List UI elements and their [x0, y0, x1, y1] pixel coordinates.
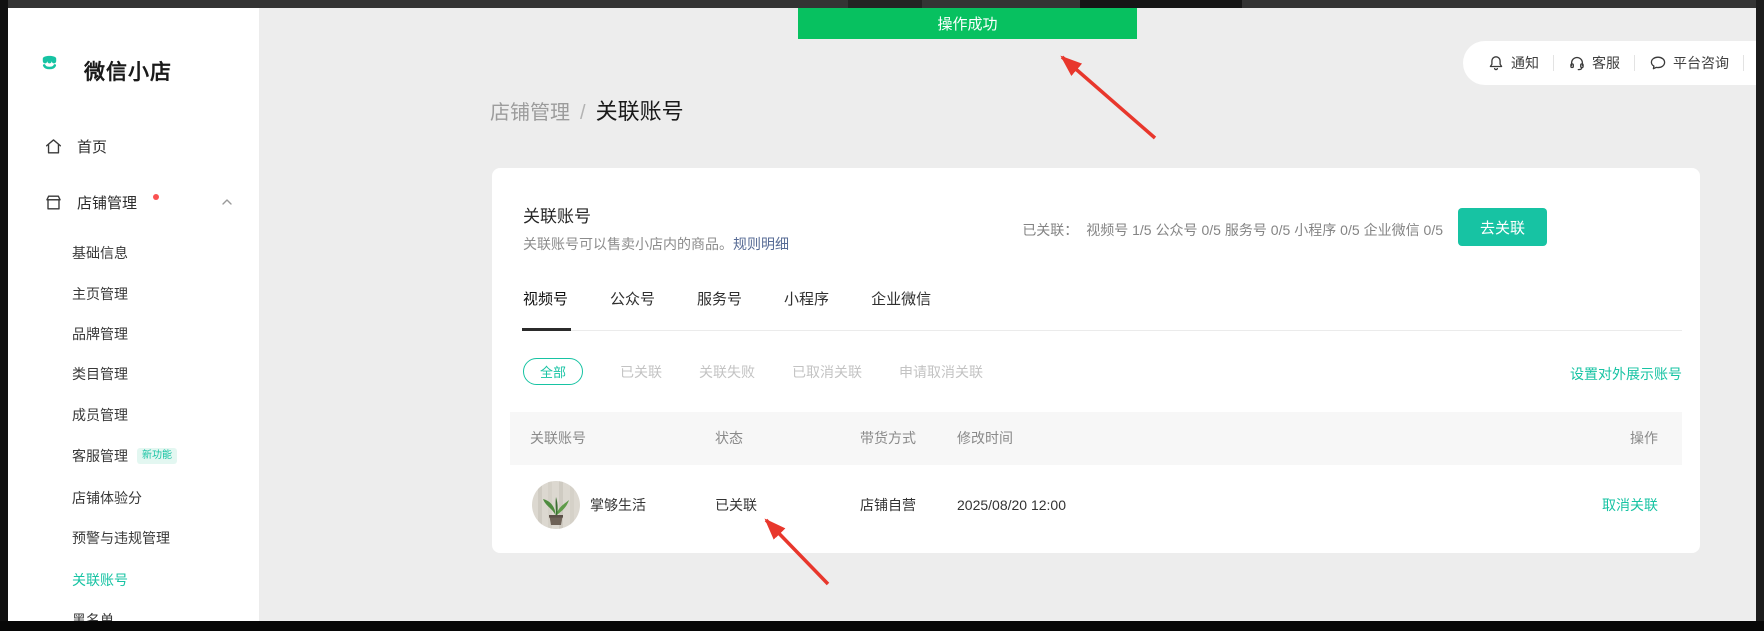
breadcrumb-current: 关联账号: [596, 94, 684, 126]
sidebar-subitem-homepage-management[interactable]: 主页管理: [72, 279, 128, 309]
sidebar-item-label: 首页: [77, 136, 107, 157]
sidebar-item-shop-management[interactable]: 店铺管理: [44, 185, 159, 219]
rules-detail-link[interactable]: 规则明细: [733, 236, 789, 252]
breadcrumb-parent[interactable]: 店铺管理: [490, 96, 570, 125]
chat-icon: [1649, 54, 1667, 72]
app-window: 微信小店 首页店铺管理基础信息主页管理品牌管理类目管理成员管理客服管理新功能店铺…: [0, 0, 1764, 631]
tab-video-account[interactable]: 视频号: [523, 288, 568, 309]
success-toast: 操作成功: [798, 8, 1137, 39]
linked-stats-label: 已关联：: [1022, 222, 1078, 238]
window-top-border-segment: [1080, 0, 1242, 8]
status-filters: 全部 已关联 关联失败 已取消关联 申请取消关联: [523, 358, 983, 385]
annotation-arrow-toast: [1062, 57, 1155, 138]
linked-stat-item: 视频号 1/5: [1086, 222, 1151, 238]
sidebar-item-label: 店铺管理: [77, 192, 137, 213]
tab-official-account[interactable]: 公众号: [610, 288, 655, 309]
sidebar-subitem-label: 客服管理: [72, 446, 128, 466]
sidebar-subitem-member-management[interactable]: 成员管理: [72, 400, 128, 430]
tab-enterprise-wechat[interactable]: 企业微信: [871, 288, 931, 309]
home-icon: [44, 137, 63, 156]
action-cell: 取消关联: [1602, 465, 1658, 545]
display-account-settings-link[interactable]: 设置对外展示账号: [1570, 364, 1682, 384]
linked-stats: 已关联： 视频号 1/5 公众号 0/5服务号 0/5小程序 0/5 企业微信 0/…: [1022, 220, 1443, 240]
go-link-button[interactable]: 去关联: [1458, 208, 1547, 246]
linked-stat-item: 小程序 0/5: [1294, 222, 1359, 238]
topbar-separator: [1634, 55, 1635, 71]
sell-mode-cell: 店铺自营: [860, 465, 916, 545]
brand-name: 微信小店: [84, 56, 172, 86]
table-header-cell: 状态: [715, 412, 743, 465]
sidebar-subitem-warning-violation-management[interactable]: 预警与违规管理: [72, 523, 170, 553]
table-row: 掌够生活 已关联 店铺自营 2025/08/20 12:00 取消关联: [510, 465, 1682, 545]
sidebar-subitem-shop-experience-score[interactable]: 店铺体验分: [72, 483, 142, 513]
wechat-store-logo-icon: [40, 54, 74, 88]
sidebar: 微信小店 首页店铺管理基础信息主页管理品牌管理类目管理成员管理客服管理新功能店铺…: [8, 8, 260, 621]
sidebar-subitem-label: 基础信息: [72, 243, 128, 263]
topbar-item-platform-consult[interactable]: 平台咨询: [1649, 53, 1729, 73]
sidebar-subitem-customer-service-management[interactable]: 客服管理新功能: [72, 441, 177, 471]
status-cell: 已关联: [715, 465, 757, 545]
sidebar-subitem-label: 成员管理: [72, 405, 128, 425]
breadcrumb: 店铺管理 / 关联账号: [490, 94, 684, 126]
sidebar-subitem-label: 关联账号: [72, 570, 128, 590]
brand-logo[interactable]: 微信小店: [40, 54, 172, 88]
table-header-cell: 修改时间: [957, 412, 1013, 465]
linked-stat-item: 公众号 0/5: [1156, 222, 1221, 238]
sidebar-subitem-linked-accounts[interactable]: 关联账号: [72, 565, 128, 595]
filter-linked[interactable]: 已关联: [620, 362, 662, 382]
table-header-cell: 操作: [1630, 412, 1658, 465]
topbar-actions: 通知 客服 平台咨询: [1463, 41, 1764, 85]
tabs-divider: [522, 330, 1682, 331]
headset-icon: [1568, 54, 1586, 72]
breadcrumb-separator: /: [580, 102, 586, 125]
bell-icon: [1487, 54, 1505, 72]
table-header-cell: 带货方式: [860, 412, 916, 465]
topbar-item-customer-service[interactable]: 客服: [1568, 53, 1620, 73]
filter-cancel-requested[interactable]: 申请取消关联: [899, 362, 983, 382]
active-tab-underline: [522, 328, 571, 331]
filter-all[interactable]: 全部: [523, 358, 583, 385]
new-feature-badge: 新功能: [137, 448, 177, 464]
tab-service-account[interactable]: 服务号: [697, 288, 742, 309]
panel-description-text: 关联账号可以售卖小店内的商品。: [523, 236, 733, 252]
topbar-separator: [1743, 55, 1744, 71]
window-top-border-segment: [848, 0, 922, 8]
panel-title: 关联账号: [523, 202, 591, 227]
topbar-separator: [1553, 55, 1554, 71]
red-notification-dot: [153, 194, 159, 200]
table-header-cell: 关联账号: [530, 412, 586, 465]
sidebar-subitem-category-management[interactable]: 类目管理: [72, 359, 128, 389]
chevron-up-icon[interactable]: [220, 195, 234, 209]
shop-icon: [44, 193, 63, 212]
account-name-cell: 掌够生活: [590, 465, 646, 545]
linked-stat-item: 服务号 0/5: [1225, 222, 1290, 238]
sidebar-subitem-brand-management[interactable]: 品牌管理: [72, 319, 128, 349]
filter-link-cancelled[interactable]: 已取消关联: [792, 362, 862, 382]
linked-stat-item: 企业微信 0/5: [1364, 222, 1443, 238]
toast-message: 操作成功: [937, 13, 997, 34]
modified-time-cell: 2025/08/20 12:00: [957, 465, 1066, 545]
sidebar-subitem-label: 类目管理: [72, 364, 128, 384]
window-left-border: [0, 0, 8, 631]
panel-description: 关联账号可以售卖小店内的商品。规则明细: [523, 234, 789, 254]
sidebar-subitem-basic-info[interactable]: 基础信息: [72, 238, 128, 268]
tab-mini-program[interactable]: 小程序: [784, 288, 829, 309]
topbar-item-label: 平台咨询: [1673, 53, 1729, 73]
topbar-item-notifications[interactable]: 通知: [1487, 53, 1539, 73]
window-bottom-border: [0, 621, 1764, 631]
window-right-border: [1756, 0, 1764, 631]
unlink-action-link[interactable]: 取消关联: [1602, 497, 1658, 513]
account-avatar: [532, 481, 580, 529]
topbar-item-label: 客服: [1592, 53, 1620, 73]
sidebar-subitem-label: 店铺体验分: [72, 488, 142, 508]
account-type-tabs: 视频号 公众号 服务号 小程序 企业微信: [523, 288, 931, 309]
sidebar-subitem-label: 预警与违规管理: [72, 528, 170, 548]
sidebar-item-home[interactable]: 首页: [44, 129, 107, 163]
topbar-item-label: 通知: [1511, 53, 1539, 73]
linked-accounts-panel: 关联账号 关联账号可以售卖小店内的商品。规则明细 已关联： 视频号 1/5 公众号…: [492, 168, 1700, 553]
filter-link-failed[interactable]: 关联失败: [699, 362, 755, 382]
table-header: 关联账号 状态 带货方式修改时间 操作: [510, 412, 1682, 465]
sidebar-subitem-label: 品牌管理: [72, 324, 128, 344]
sidebar-subitem-label: 主页管理: [72, 284, 128, 304]
